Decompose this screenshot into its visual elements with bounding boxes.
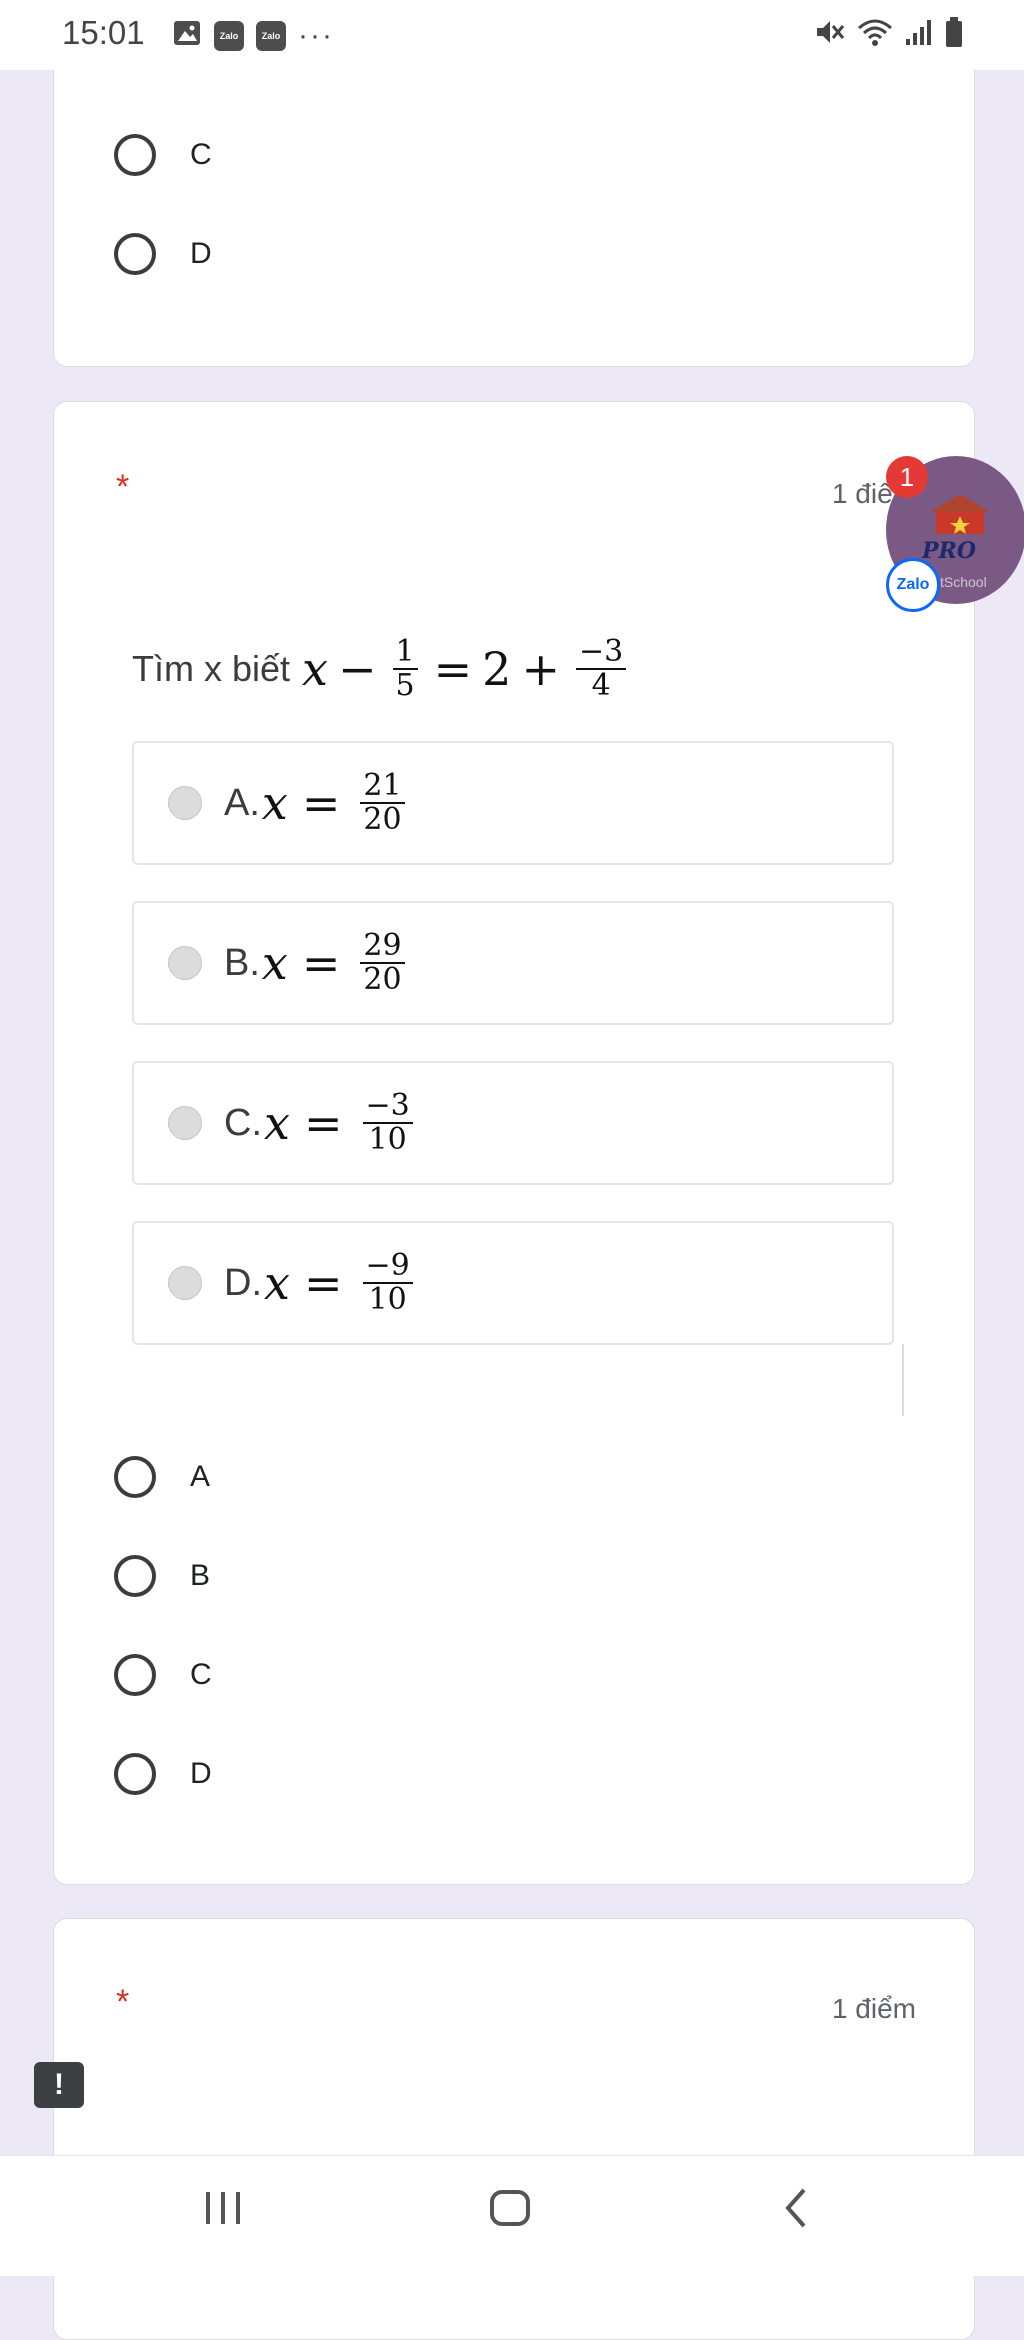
more-icon: ··· xyxy=(298,18,334,52)
option-label: D xyxy=(190,1757,212,1790)
brand-text: PRO xyxy=(922,538,976,564)
choice-prefix: B. xyxy=(224,941,260,984)
status-bar: 15:01 Zalo Zalo ··· xyxy=(0,0,1024,70)
choice-prefix: C. xyxy=(224,1101,262,1144)
math-var: x xyxy=(264,1096,290,1150)
choice-b: B. x = 29 20 xyxy=(132,901,894,1025)
choice-label: D. x = −9 10 xyxy=(224,1250,419,1316)
points-label: 1 điểm xyxy=(831,1993,916,2024)
wifi-icon xyxy=(856,17,894,47)
fraction: 21 20 xyxy=(360,770,405,837)
choice-d: D. x = −9 10 xyxy=(132,1221,894,1345)
battery-icon xyxy=(944,16,964,48)
required-mark: * xyxy=(116,1983,130,2021)
radio-button[interactable] xyxy=(114,1654,156,1696)
math-number: 2 xyxy=(482,642,512,696)
option-d[interactable]: D xyxy=(114,233,212,275)
home-icon[interactable] xyxy=(488,2186,532,2235)
option-label: C xyxy=(190,138,212,171)
radio-button[interactable] xyxy=(114,233,156,275)
denominator: 10 xyxy=(368,1282,407,1317)
choice-dot xyxy=(168,786,202,820)
zalo-icon: Zalo xyxy=(886,558,940,612)
radio-button[interactable] xyxy=(114,134,156,176)
choice-c: C. x = −3 10 xyxy=(132,1061,894,1185)
math-op: = xyxy=(301,776,341,830)
denominator: 20 xyxy=(363,802,402,837)
fraction: 29 20 xyxy=(360,930,405,997)
option-label: D xyxy=(190,237,212,270)
math-op: = xyxy=(433,642,473,696)
navigation-bar xyxy=(0,2155,1024,2276)
choice-label: B. x = 29 20 xyxy=(224,930,411,996)
numerator: −3 xyxy=(362,1090,413,1124)
answer-option-c[interactable]: C xyxy=(114,1654,212,1696)
numerator: 1 xyxy=(392,636,418,670)
required-mark: * xyxy=(116,468,130,506)
option-label: A xyxy=(190,1460,211,1493)
mute-icon xyxy=(814,17,846,47)
choice-label: C. x = −3 10 xyxy=(224,1090,419,1156)
choice-dot xyxy=(168,946,202,980)
choice-a: A. x = 21 20 xyxy=(132,741,894,865)
fraction: −9 10 xyxy=(362,1250,413,1317)
math-var: x xyxy=(264,1256,290,1310)
image-icon xyxy=(172,18,202,53)
math-op: = xyxy=(301,936,341,990)
zalo-icon: Zalo xyxy=(214,20,244,51)
next-question-card: * 1 điểm xyxy=(53,1918,975,2340)
math-var: x xyxy=(302,642,328,696)
denominator: 4 xyxy=(591,668,611,703)
fraction: 1 5 xyxy=(392,636,418,703)
previous-question-card: C D xyxy=(53,6,975,367)
fraction: −3 4 xyxy=(576,636,627,703)
notification-badge: 1 xyxy=(886,456,928,498)
system-icons xyxy=(814,16,964,48)
fraction: −3 10 xyxy=(362,1090,413,1157)
option-label: B xyxy=(190,1559,211,1592)
choice-dot xyxy=(168,1266,202,1300)
image-edge xyxy=(902,1344,904,1416)
notification-icons: Zalo Zalo ··· xyxy=(172,18,334,53)
school-logo-icon xyxy=(928,492,992,536)
question-prompt: Tìm x biết xyxy=(132,648,291,689)
numerator: −3 xyxy=(576,636,627,670)
answer-option-a[interactable]: A xyxy=(114,1456,210,1498)
choice-prefix: A. xyxy=(224,781,260,824)
question-text: Tìm x biết x − 1 5 = 2 + −3 4 xyxy=(132,636,632,702)
question-card: * 1 điểm Tìm x biết x − 1 5 = 2 + −3 4 A… xyxy=(53,401,975,1885)
math-op: = xyxy=(303,1096,343,1150)
radio-button[interactable] xyxy=(114,1456,156,1498)
radio-button[interactable] xyxy=(114,1555,156,1597)
answer-option-b[interactable]: B xyxy=(114,1555,210,1597)
zalo-icon: Zalo xyxy=(256,20,286,51)
radio-button[interactable] xyxy=(114,1753,156,1795)
numerator: −9 xyxy=(362,1250,413,1284)
math-var: x xyxy=(261,776,288,830)
signal-icon xyxy=(904,17,934,47)
math-op: + xyxy=(521,642,560,696)
option-c[interactable]: C xyxy=(114,134,212,176)
recent-apps-icon[interactable] xyxy=(203,2186,243,2235)
back-icon[interactable] xyxy=(780,2186,812,2235)
numerator: 21 xyxy=(360,770,405,804)
numerator: 29 xyxy=(360,930,405,964)
math-op: − xyxy=(337,642,377,696)
brand-subtitle: tSchool xyxy=(940,574,987,590)
report-button[interactable]: ! xyxy=(34,2062,84,2108)
exclamation-icon: ! xyxy=(54,2068,64,2101)
denominator: 20 xyxy=(363,962,402,997)
math-op: = xyxy=(303,1256,343,1310)
choice-label: A. x = 21 20 xyxy=(224,770,411,836)
denominator: 10 xyxy=(368,1122,407,1157)
option-label: C xyxy=(190,1658,212,1691)
answer-option-d[interactable]: D xyxy=(114,1753,212,1795)
choice-dot xyxy=(168,1106,202,1140)
choice-prefix: D. xyxy=(224,1261,262,1304)
status-time: 15:01 xyxy=(62,14,145,51)
denominator: 5 xyxy=(395,668,415,703)
math-var: x xyxy=(261,936,288,990)
